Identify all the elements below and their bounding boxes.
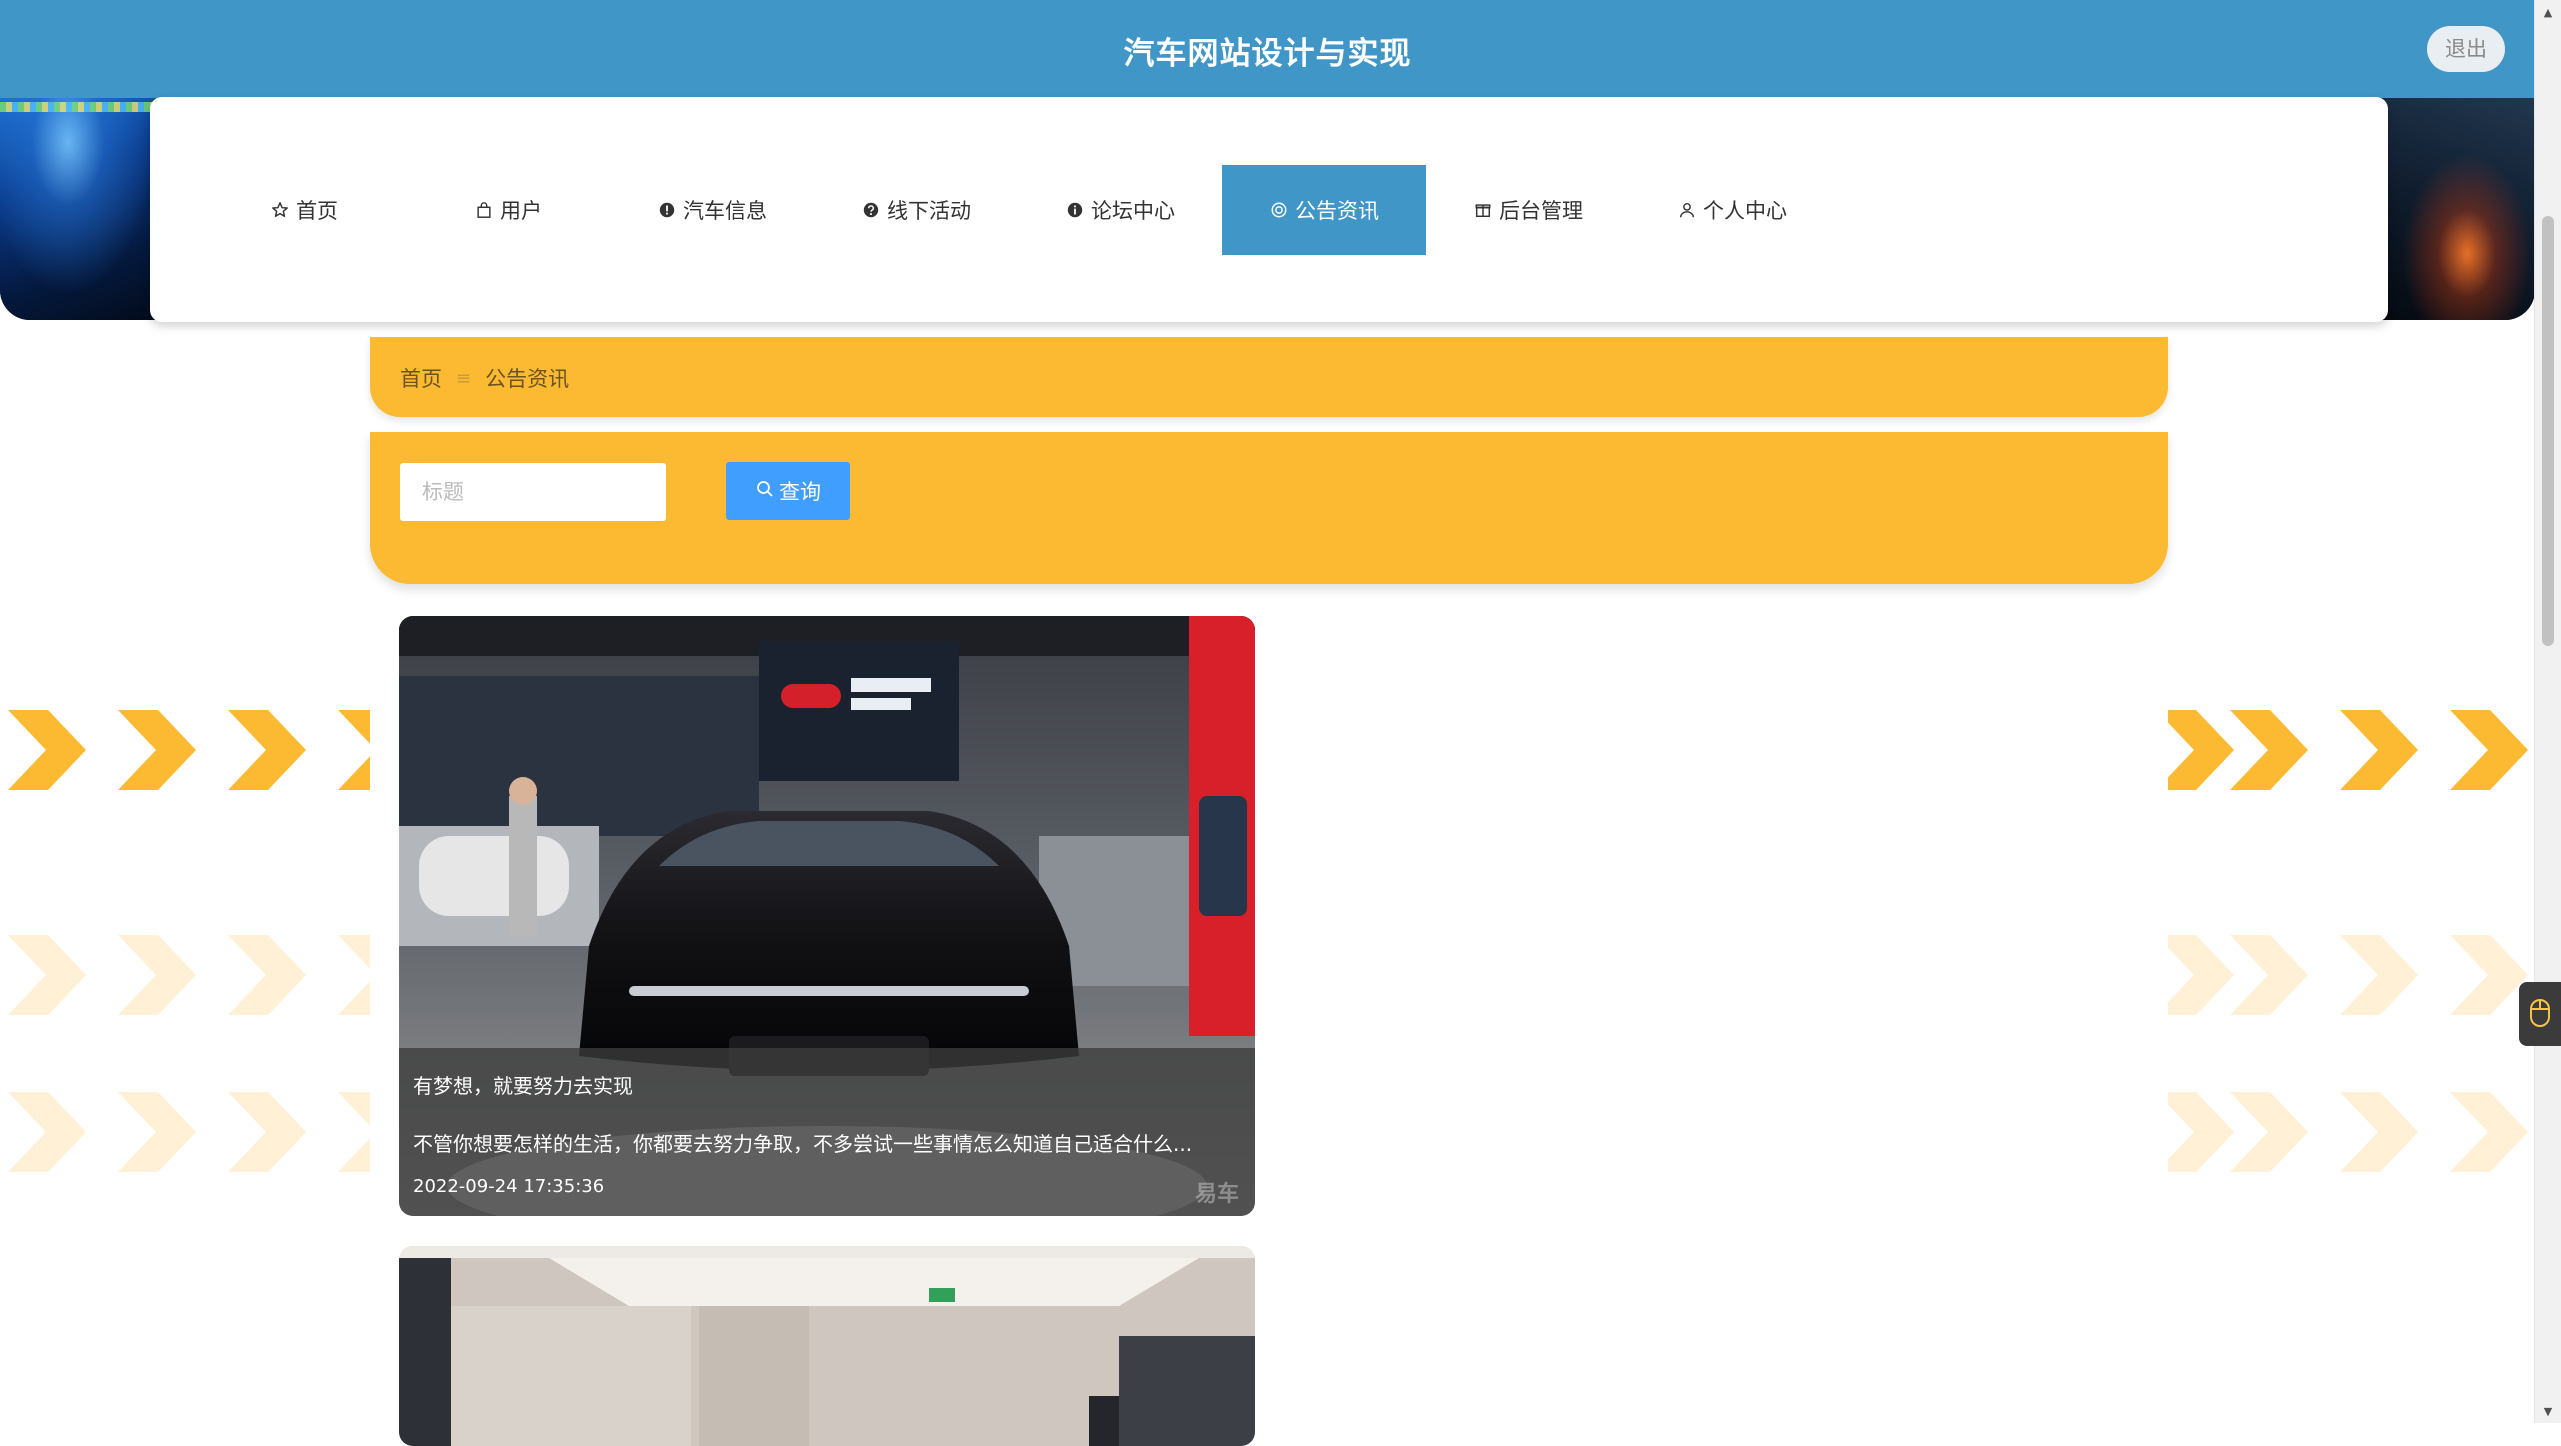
nav-label-offline-activity: 线下活动: [887, 199, 971, 223]
nav-label-home: 首页: [296, 199, 338, 223]
chevron-decoration-right-2: [2168, 935, 2535, 1015]
nav-item-offline-activity[interactable]: 线下活动: [814, 165, 1018, 255]
nav-label-car-info: 汽车信息: [683, 199, 767, 223]
breadcrumb-home[interactable]: 首页: [400, 363, 442, 393]
mouse-icon: [2528, 995, 2552, 1033]
news-date: 2022-09-24 17:35:36: [413, 1176, 605, 1197]
chevron-decoration-right-1: [2168, 710, 2535, 790]
scroll-down-arrow-icon[interactable]: ▼: [2535, 1399, 2561, 1423]
chevron-decoration-left-2: [0, 935, 370, 1015]
bag-icon: [474, 200, 494, 220]
question-circle-icon: [861, 200, 881, 220]
banner-image-right: [2365, 98, 2535, 320]
nav-label-admin: 后台管理: [1499, 199, 1583, 223]
news-title: 有梦想，就要努力去实现: [413, 1074, 633, 1098]
nav-item-car-info[interactable]: 汽车信息: [610, 165, 814, 255]
top-header: 汽车网站设计与实现 退出: [0, 0, 2535, 98]
breadcrumb: 首页 ≡ 公告资讯: [400, 363, 569, 393]
news-card[interactable]: [399, 1246, 1255, 1446]
user-icon: [1677, 200, 1697, 220]
gift-icon: [1473, 200, 1493, 220]
nav-item-forum[interactable]: 论坛中心: [1018, 165, 1222, 255]
news-card-photo: [399, 1246, 1255, 1446]
circle-icon: [1269, 200, 1289, 220]
news-summary: 不管你想要怎样的生活，你都要去努力争取，不多尝试一些事情怎么知道自己适合什么..…: [413, 1132, 1193, 1156]
search-button[interactable]: 查询: [726, 462, 850, 520]
search-icon: [755, 479, 775, 504]
search-button-label: 查询: [779, 480, 821, 504]
breadcrumb-bar: 首页 ≡ 公告资讯: [370, 337, 2168, 417]
info-circle-icon: [657, 200, 677, 220]
photo-watermark: 易车: [1194, 1182, 1239, 1207]
chevron-decoration-left-1: [0, 710, 370, 790]
breadcrumb-separator: ≡: [456, 367, 472, 389]
page-scrollbar[interactable]: ▲ ▼: [2534, 0, 2561, 1423]
search-panel: 查询: [370, 432, 2168, 584]
floating-tool-button[interactable]: [2519, 982, 2561, 1046]
chevron-decoration-right-3: [2168, 1092, 2535, 1172]
scroll-up-arrow-icon[interactable]: ▲: [2535, 0, 2561, 24]
chevron-decoration-left-3: [0, 1092, 370, 1172]
nav-label-users: 用户: [500, 199, 542, 223]
news-card[interactable]: 有梦想，就要努力去实现 不管你想要怎样的生活，你都要去努力争取，不多尝试一些事情…: [399, 616, 1255, 1216]
main-nav: 首页 用户 汽车信息 线下活动 论坛中心 公告资讯 后台管理 个人中心: [202, 165, 1834, 255]
site-title: 汽车网站设计与实现: [1123, 36, 1412, 72]
nav-label-personal-center: 个人中心: [1703, 199, 1787, 223]
nav-item-home[interactable]: 首页: [202, 165, 406, 255]
title-search-input[interactable]: [400, 463, 666, 521]
breadcrumb-current: 公告资讯: [485, 367, 570, 391]
scrollbar-thumb[interactable]: [2542, 216, 2554, 646]
news-card-overlay: 有梦想，就要努力去实现 不管你想要怎样的生活，你都要去努力争取，不多尝试一些事情…: [399, 1048, 1255, 1216]
info-circle-icon: [1065, 200, 1085, 220]
star-icon: [270, 200, 290, 220]
nav-item-users[interactable]: 用户: [406, 165, 610, 255]
nav-item-personal-center[interactable]: 个人中心: [1630, 165, 1834, 255]
nav-card: 首页 用户 汽车信息 线下活动 论坛中心 公告资讯 后台管理 个人中心: [150, 97, 2388, 322]
nav-item-announcements[interactable]: 公告资讯: [1222, 165, 1426, 255]
nav-label-announcements: 公告资讯: [1295, 199, 1379, 223]
nav-label-forum: 论坛中心: [1091, 199, 1175, 223]
nav-item-admin[interactable]: 后台管理: [1426, 165, 1630, 255]
banner-image-left: [0, 98, 170, 320]
logout-button[interactable]: 退出: [2427, 26, 2505, 72]
